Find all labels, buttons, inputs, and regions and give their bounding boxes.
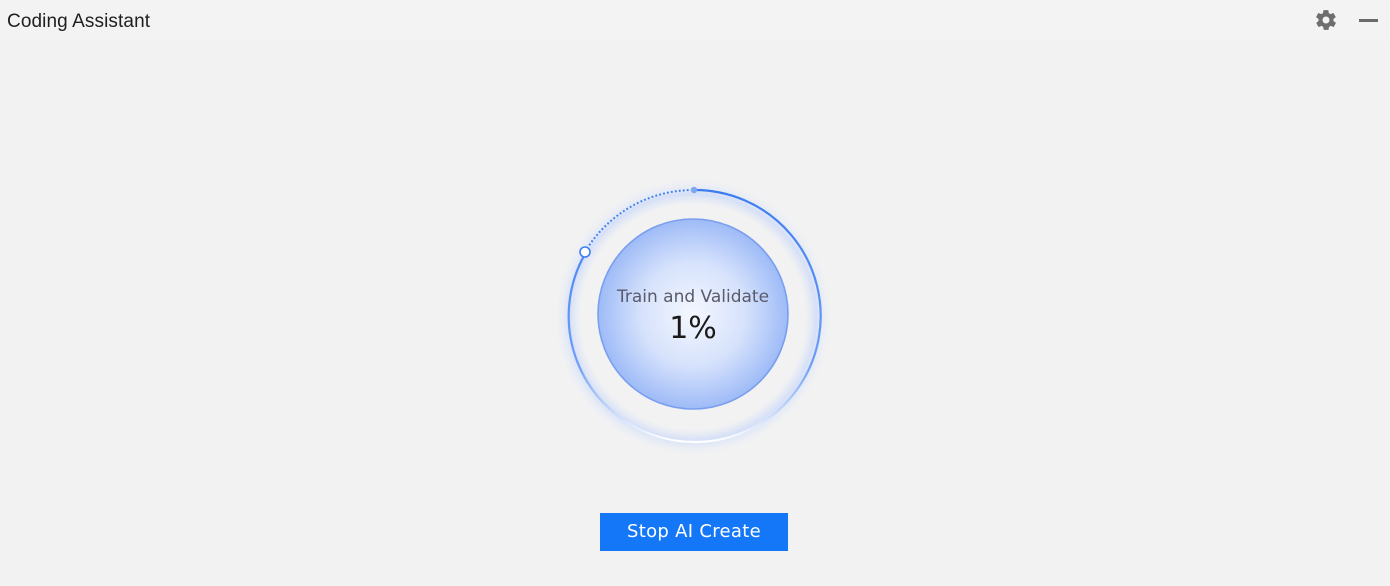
arc-top-marker [690,186,698,194]
stop-ai-create-button[interactable]: Stop AI Create [600,513,788,551]
progress-ring: Train and Validate 1% [553,177,833,457]
gear-icon [1316,10,1336,30]
minimize-button[interactable] [1356,8,1382,32]
progress-percent: 1% [669,311,717,346]
stage-label: Train and Validate [616,287,770,307]
minimize-icon [1359,19,1378,22]
settings-button[interactable] [1314,8,1338,32]
app-title: Coding Assistant [7,11,151,32]
progress-handle [579,246,591,258]
app-window: Coding Assistant Train and Validate 1% S… [0,0,1390,586]
title-bar: Coding Assistant [0,0,1390,42]
